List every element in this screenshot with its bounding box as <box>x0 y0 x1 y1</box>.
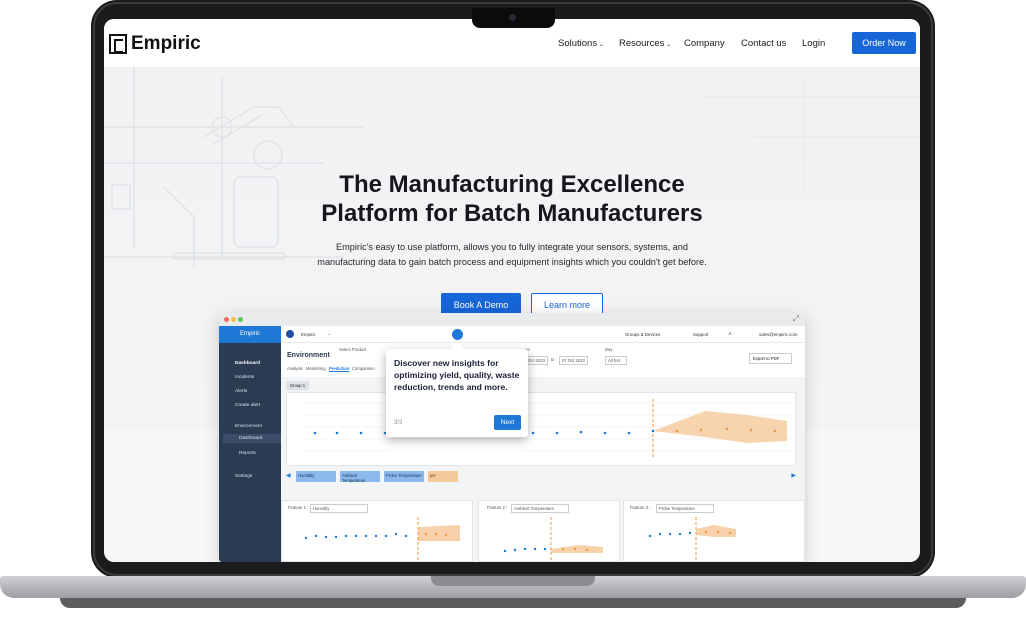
feature-1-chart <box>304 517 460 561</box>
group-chip[interactable]: Group 1 <box>286 381 310 390</box>
org-avatar <box>286 330 294 338</box>
logo-mark-icon <box>109 34 127 54</box>
sidebar-item-alerts[interactable]: Alerts <box>235 389 247 394</box>
logo-text: Empiric <box>131 33 201 54</box>
hero-title: The Manufacturing Excellence Platform fo… <box>321 171 703 227</box>
nav-resources[interactable]: Resources ⌄ <box>619 38 671 49</box>
tooltip-step-count: 3/3 <box>394 420 403 426</box>
sidebar-item-incidents[interactable]: Incidents <box>235 375 254 380</box>
sidebar-item-settings[interactable]: Settings <box>235 474 252 479</box>
laptop-base-shadow <box>60 598 966 608</box>
scroll-right-icon[interactable]: ▶ <box>791 472 796 479</box>
feature-legend: ◀ Humidity Ambient Temperature Probe Tem… <box>286 471 796 483</box>
date-from-input[interactable]: Oct 2023 <box>525 356 548 365</box>
tab-prediction[interactable]: Prediction <box>329 366 349 371</box>
scroll-left-icon[interactable]: ◀ <box>286 472 291 479</box>
legend-probe-temperature[interactable]: Probe Temperature <box>384 471 424 482</box>
hero-subtitle: Empiric's easy to use platform, allows y… <box>317 242 707 267</box>
legend-ambient-temperature[interactable]: Ambient Temperature <box>340 471 380 483</box>
app-topbar: Empiric ⌄ Groups & Devices Support ♙ sal… <box>281 326 805 343</box>
support-menu[interactable]: Support <box>693 332 708 337</box>
legend-ph[interactable]: pH <box>428 471 458 482</box>
prediction-chart <box>305 399 792 459</box>
day-select[interactable]: All Ext <box>605 356 627 365</box>
camera-notch <box>472 8 555 28</box>
chevron-down-icon: ⌄ <box>597 42 604 48</box>
camera-icon <box>509 14 516 21</box>
tab-comparison[interactable]: Comparison <box>352 366 375 371</box>
day-label: Day <box>605 347 613 352</box>
onboarding-tooltip: Discover new insights for optimizing yie… <box>386 341 528 437</box>
tour-beacon[interactable] <box>452 329 463 340</box>
nav-company[interactable]: Company <box>684 38 725 49</box>
user-email[interactable]: sales@empiric.com <box>759 332 797 337</box>
main-chart-panel <box>286 392 796 466</box>
chevron-down-icon: ⌄ <box>664 42 672 48</box>
order-now-button[interactable]: Order Now <box>852 32 916 54</box>
feature-3-chart <box>648 517 736 561</box>
feature-panel-3: Feature 3 : Probe Temperature <box>623 500 805 562</box>
app-brand: Empiric <box>219 326 281 343</box>
user-icon: ♙ <box>728 331 732 336</box>
date-to-label: to <box>551 357 555 362</box>
laptop-opening-notch <box>431 576 595 586</box>
sidebar-item-dashboard[interactable]: Dashboard <box>235 361 260 366</box>
screen: Empiric Solutions ⌄ Resources ⌄ Company … <box>104 19 920 562</box>
tooltip-next-button[interactable]: Next <box>494 415 521 430</box>
app-titlebar: ⤢ <box>219 313 805 326</box>
app-sidebar: Empiric Dashboard Incidents Alerts Creat… <box>219 326 281 562</box>
nav-solutions[interactable]: Solutions ⌄ <box>558 38 604 49</box>
logo[interactable]: Empiric <box>109 33 201 55</box>
expand-icon: ⤢ <box>792 314 799 323</box>
date-to-input[interactable]: 07 Oct 2023 <box>559 356 588 365</box>
chevron-down-icon: ⌄ <box>327 331 331 336</box>
groups-devices-menu[interactable]: Groups & Devices <box>625 332 660 337</box>
org-selector[interactable]: Empiric <box>301 332 316 337</box>
tab-analysis[interactable]: Analysis <box>287 366 303 371</box>
feature-panel-1: Feature 1 : Humidity <box>281 500 473 562</box>
export-pdf-button[interactable]: Export to PDF <box>749 353 793 364</box>
maximize-dot <box>238 317 243 322</box>
sidebar-item-reports[interactable]: Reports <box>239 451 256 456</box>
feature-panel-2: Feature 2 : Ambient Temperature <box>478 500 620 562</box>
select-product-label: Select Product <box>339 347 367 352</box>
sidebar-item-env-dashboard[interactable]: Dashboard <box>239 436 262 441</box>
sidebar-item-create-alert[interactable]: Create alert <box>235 403 260 408</box>
feature-2-chart <box>503 517 603 561</box>
nav-login[interactable]: Login <box>802 38 825 49</box>
sidebar-item-environment[interactable]: Environment <box>235 424 262 429</box>
minimize-dot <box>231 317 236 322</box>
tab-monitoring[interactable]: Monitoring <box>306 366 326 371</box>
laptop-frame: Empiric Solutions ⌄ Resources ⌄ Company … <box>0 0 1026 619</box>
nav-contact[interactable]: Contact us <box>741 38 786 49</box>
close-dot <box>224 317 229 322</box>
app-content: Environment Select Product ge Oct 2023 t… <box>281 343 805 562</box>
page-title: Environment <box>287 352 330 359</box>
tooltip-text: Discover new insights for optimizing yie… <box>394 358 520 392</box>
legend-humidity[interactable]: Humidity <box>296 471 336 482</box>
